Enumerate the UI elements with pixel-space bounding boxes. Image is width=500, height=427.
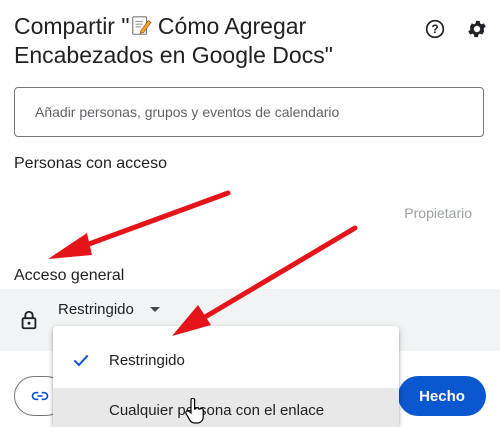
check-icon [73,354,89,367]
access-level-menu: Restringido Cualquier persona con el enl… [53,326,399,427]
memo-emoji-icon [131,16,152,35]
access-level-value: Restringido [58,301,134,318]
hand-cursor-icon [185,398,204,424]
add-people-input[interactable]: Añadir personas, grupos y eventos de cal… [14,87,484,137]
access-level-dropdown[interactable]: Restringido [58,301,160,318]
red-arrow-icon [48,190,231,259]
title-suffix: " [324,42,333,68]
menu-item-restricted[interactable]: Restringido [53,336,399,384]
gear-icon[interactable] [466,18,488,40]
owner-label: Propietario [404,205,472,221]
help-circle-icon[interactable]: ? [424,18,446,40]
link-icon [31,391,49,401]
lock-icon [21,310,37,330]
svg-text:?: ? [431,23,438,36]
general-access-heading: Acceso general [14,267,125,284]
menu-item-anyone-with-link[interactable]: Cualquier persona con el enlace [53,388,399,427]
menu-item-label: Restringido [109,351,185,369]
done-button[interactable]: Hecho [398,376,486,416]
chevron-down-icon [149,307,160,312]
add-people-placeholder: Añadir personas, grupos y eventos de cal… [35,104,340,120]
title-prefix: Compartir " [14,13,130,39]
people-with-access-heading: Personas con acceso [14,155,167,172]
dialog-title: Compartir " Cómo Agregar Encabezados en … [14,12,414,70]
menu-item-label: Cualquier persona con el enlace [109,401,325,419]
